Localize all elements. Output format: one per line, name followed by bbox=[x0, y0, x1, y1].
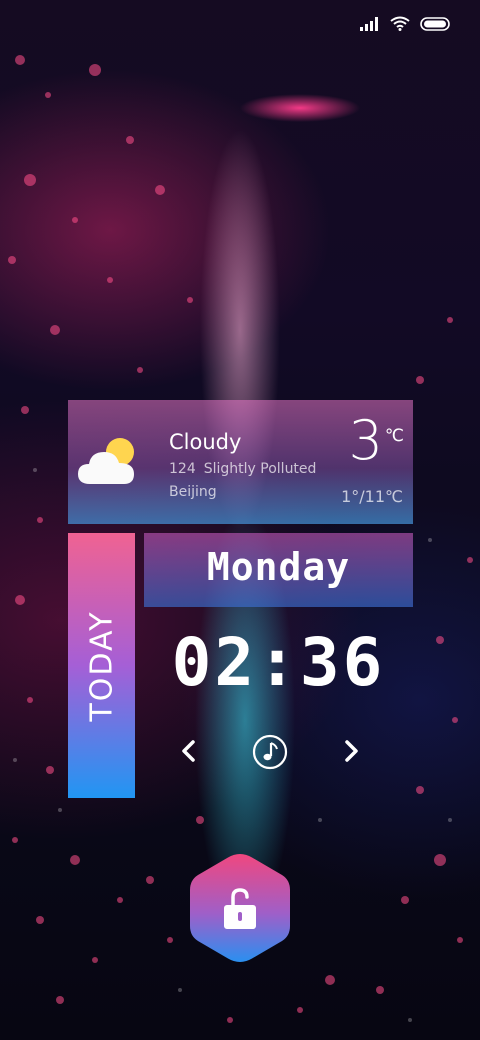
music-note-icon[interactable] bbox=[252, 734, 288, 770]
weather-city: Beijing bbox=[169, 484, 217, 500]
day-of-week: Monday bbox=[206, 545, 351, 589]
unlock-button[interactable] bbox=[186, 850, 294, 966]
clock-time: 02:36 bbox=[171, 624, 386, 701]
day-card: Monday bbox=[144, 533, 413, 607]
aqi-value: 124 bbox=[169, 461, 196, 477]
chevron-right-icon[interactable] bbox=[338, 737, 364, 765]
temperature-range: 1°/11℃ bbox=[341, 487, 403, 506]
air-quality: 124 Slightly Polluted bbox=[169, 461, 316, 477]
temperature-unit: ℃ bbox=[384, 426, 404, 446]
status-bar bbox=[360, 16, 450, 31]
partly-cloudy-icon bbox=[78, 438, 134, 484]
lock-screen: Cloudy 124 Slightly Polluted Beijing 3 ℃… bbox=[0, 0, 480, 1040]
wifi-icon bbox=[390, 16, 410, 31]
signal-icon bbox=[360, 16, 378, 31]
weather-condition: Cloudy bbox=[169, 430, 242, 454]
battery-icon bbox=[420, 16, 450, 31]
today-bar: TODAY bbox=[68, 533, 135, 798]
aqi-text: Slightly Polluted bbox=[203, 461, 317, 477]
current-temperature: 3 bbox=[348, 409, 383, 472]
chevron-left-icon[interactable] bbox=[176, 737, 202, 765]
today-label: TODAY bbox=[84, 609, 119, 722]
weather-card[interactable]: Cloudy 124 Slightly Polluted Beijing 3 ℃… bbox=[68, 400, 413, 524]
